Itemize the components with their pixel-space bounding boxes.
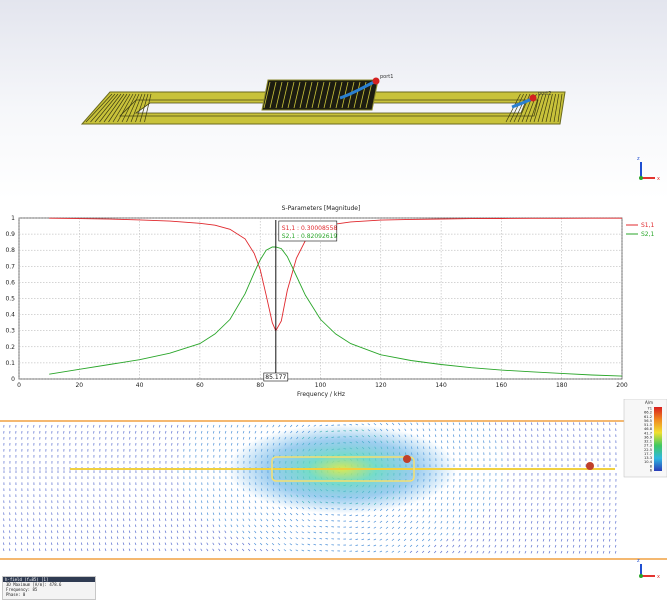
field-info-box: h-field (f=85) [1] 3D Maximum [A/m]: 478… [2, 576, 96, 600]
x-tick-label: 60 [196, 382, 204, 389]
y-tick-label: 0.2 [5, 344, 15, 351]
x-tick-label: 20 [75, 382, 83, 389]
info-row: Phase: 0 [3, 592, 95, 597]
s-parameter-chart-panel[interactable]: S-Parameters [Magnitude] 0 0.1 0.2 0.3 0.4 0.… [0, 199, 667, 399]
x-axis-label: Frequency / kHz [297, 391, 345, 398]
x-tick-label: 140 [435, 382, 447, 389]
axes-gizmo-icon: z x [637, 156, 660, 182]
annotation-s11: S1,1 : 0.30008558 [282, 225, 338, 232]
chart-title: S-Parameters [Magnitude] [282, 205, 361, 212]
model-3d-view[interactable]: port1 port2 z x [0, 0, 667, 199]
coil-model-canvas[interactable]: port1 port2 z x [0, 0, 667, 199]
y-tick-label: 0.1 [5, 360, 15, 367]
h-field-view[interactable]: A/m 7166.261.256.551.546.841.736.932.127… [0, 399, 667, 599]
legend-label: S1,1 [641, 222, 655, 229]
y-tick-label: 0.8 [5, 247, 15, 254]
h-field-canvas[interactable]: A/m 7166.261.256.551.546.841.736.932.127… [0, 399, 667, 599]
legend-label: S2,1 [641, 231, 655, 238]
y-tick-label: 0.9 [5, 231, 15, 238]
x-tick-label: 100 [315, 382, 327, 389]
s-parameter-chart[interactable]: S-Parameters [Magnitude] 0 0.1 0.2 0.3 0.4 0.… [0, 199, 667, 399]
y-tick-label: 1 [11, 215, 15, 222]
y-tick-label: 0 [11, 376, 15, 383]
svg-text:x: x [657, 574, 660, 580]
x-tick-label: 180 [556, 382, 568, 389]
y-tick-label: 0.6 [5, 279, 15, 286]
center-coil [262, 80, 378, 110]
svg-text:z: z [637, 558, 640, 564]
svg-text:z: z [637, 156, 640, 162]
y-tick-label: 0.5 [5, 296, 15, 303]
x-tick-label: 160 [496, 382, 508, 389]
x-tick-label: 120 [375, 382, 387, 389]
svg-text:A/m: A/m [645, 400, 653, 405]
marker-value-label: 85.177 [265, 374, 286, 381]
color-scale-legend: A/m 7166.261.256.551.546.841.736.932.127… [624, 399, 667, 477]
svg-text:x: x [657, 176, 660, 182]
x-tick-label: 80 [256, 382, 264, 389]
x-tick-label: 0 [17, 382, 21, 389]
annotation-s21: S2,1 : 0.82092619 [282, 233, 338, 240]
y-tick-label: 0.3 [5, 328, 15, 335]
y-tick-label: 0.4 [5, 312, 15, 319]
port1-marker-field [403, 455, 411, 463]
y-tick-label: 0.7 [5, 263, 15, 270]
port2-label: port2 [538, 91, 551, 97]
port2-marker[interactable] [530, 95, 537, 102]
port2-marker-field [586, 462, 594, 470]
port1-label: port1 [380, 74, 393, 80]
x-tick-label: 40 [136, 382, 144, 389]
x-tick-label: 200 [616, 382, 628, 389]
port1-marker[interactable] [373, 78, 380, 85]
